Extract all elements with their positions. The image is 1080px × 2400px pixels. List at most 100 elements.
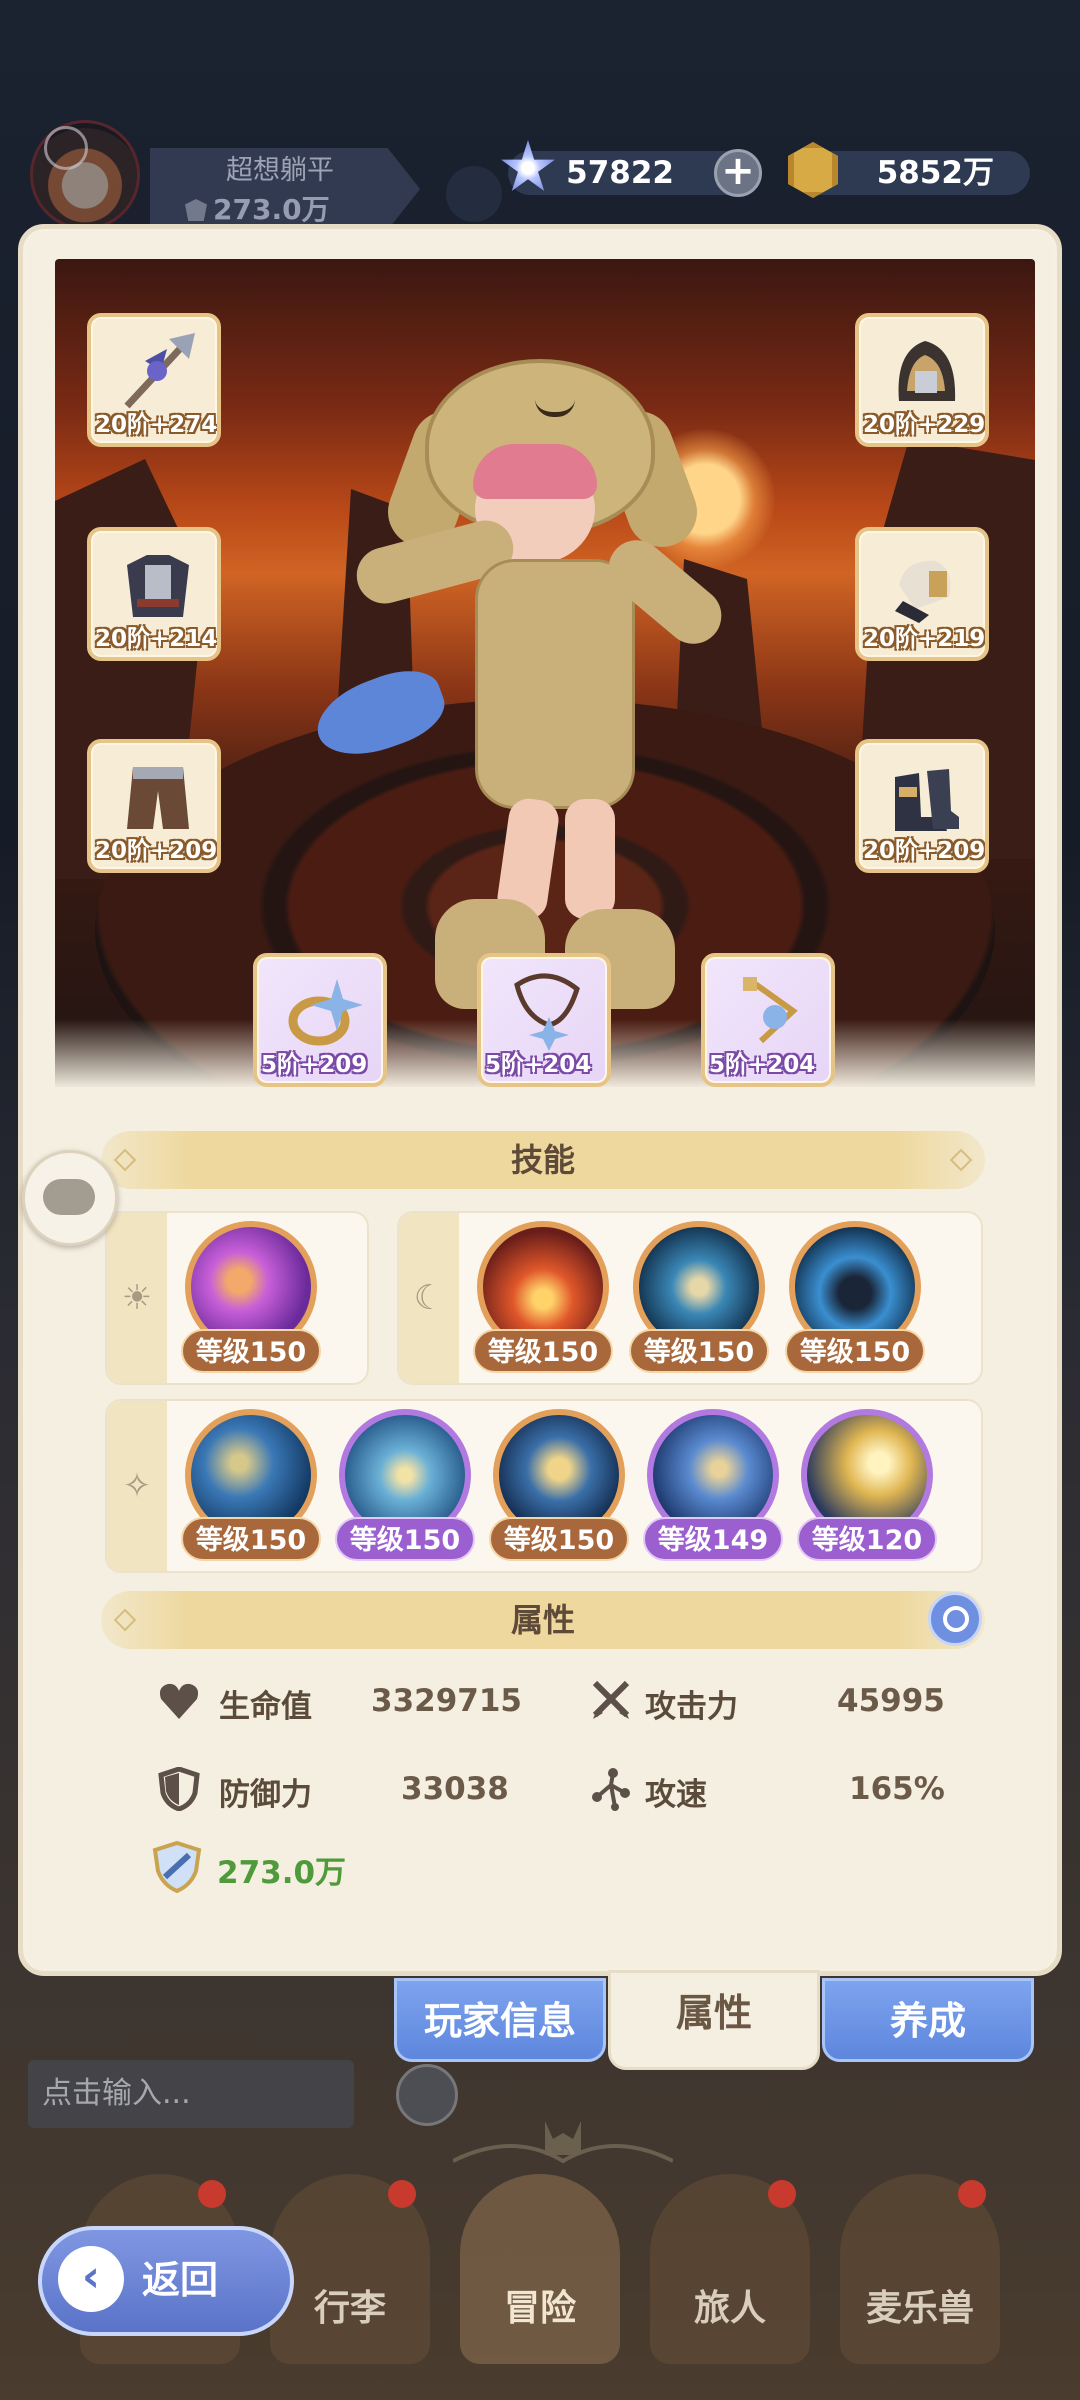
equip-slot-helmet[interactable]: 20阶+229	[855, 313, 989, 447]
search-icon[interactable]	[928, 1592, 982, 1646]
nav-pets[interactable]: 麦乐兽	[840, 2174, 1000, 2364]
ring-icon	[288, 979, 363, 1046]
top-bar: 超想躺平 273.0万 57822 + 5852万	[0, 110, 1080, 230]
equip-level: 20阶+209	[95, 838, 218, 864]
attack-value: 45995	[837, 1683, 945, 1719]
coin-count: 5852万	[876, 155, 994, 191]
player-power-value: 273.0万	[213, 193, 330, 226]
nav-label: 麦乐兽	[865, 2288, 974, 2329]
skill-group-sun: ☀ 等级150	[105, 1211, 369, 1385]
equip-slot-boots[interactable]: 20阶+209	[855, 739, 989, 873]
character-body[interactable]	[475, 559, 635, 809]
accessory-level: 5阶+204	[709, 1052, 816, 1078]
crossed-swords-icon	[592, 1680, 630, 1719]
hp-value: 3329715	[371, 1683, 522, 1719]
tab-player-info[interactable]: 玩家信息	[394, 1978, 606, 2062]
accessory-level: 5阶+209	[261, 1052, 368, 1078]
total-power: 273.0万	[217, 1855, 347, 1891]
accessory-slot-necklace[interactable]: 5阶+204	[477, 953, 611, 1087]
skill-level: 等级150	[181, 1329, 321, 1373]
cat-emblem-ornament	[453, 2121, 673, 2164]
skill-icon[interactable]: 等级120	[797, 1409, 937, 1561]
gloves-icon	[895, 560, 951, 623]
back-arrow-icon: ‹	[58, 2246, 124, 2312]
skill-level: 等级150	[181, 1517, 321, 1561]
pendant-icon	[743, 977, 798, 1044]
necklace-icon	[514, 973, 580, 1051]
accessory-level: 5阶+204	[485, 1052, 592, 1078]
player-power: 273.0万	[185, 188, 385, 228]
attack-label: 攻击力	[645, 1689, 738, 1725]
character-leg	[565, 799, 615, 919]
skill-icon[interactable]: 等级150	[785, 1221, 925, 1373]
attributes-title: 属性	[510, 1601, 575, 1639]
emoji-icon[interactable]	[396, 2064, 458, 2126]
shield-icon	[185, 199, 207, 221]
skill-group-star: ✧ 等级150 等级150 等级150 等级149 等级120	[105, 1399, 983, 1573]
skill-icon[interactable]: 等级150	[181, 1221, 321, 1373]
skill-level: 等级150	[335, 1517, 475, 1561]
defense-label: 防御力	[219, 1777, 312, 1813]
power-shield-icon	[152, 1841, 202, 1893]
chat-input[interactable]: 点击输入...	[28, 2060, 354, 2128]
notification-dot	[958, 2180, 986, 2208]
tab-attributes[interactable]: 属性	[608, 1970, 820, 2070]
speed-value: 165%	[849, 1771, 945, 1807]
skills-header: 技能	[101, 1131, 985, 1189]
skill-icon[interactable]: 等级150	[489, 1409, 629, 1561]
player-name: 超想躺平	[226, 155, 334, 186]
equip-level: 20阶+209	[863, 838, 986, 864]
nav-label: 行李	[313, 2288, 386, 2329]
boots-icon	[895, 769, 959, 831]
sun-icon: ☀	[121, 1278, 153, 1318]
skill-group-moon: ☾ 等级150 等级150 等级150	[397, 1211, 983, 1385]
equip-slot-armor[interactable]: 20阶+214	[87, 527, 221, 661]
nav-adventure[interactable]: 冒险	[460, 2174, 620, 2364]
shield-icon	[158, 1767, 200, 1811]
nav-luggage[interactable]: 行李	[270, 2174, 430, 2364]
equip-level: 20阶+214	[95, 626, 218, 652]
nav-travelers[interactable]: 旅人	[650, 2174, 810, 2364]
hp-label: 生命值	[219, 1689, 312, 1725]
spear-icon	[124, 333, 195, 409]
pants-icon	[127, 767, 189, 829]
equip-level: 20阶+229	[863, 412, 986, 438]
armor-icon	[127, 555, 189, 617]
skill-group-tag: ✧	[107, 1401, 167, 1571]
equip-level: 20阶+219	[863, 626, 986, 652]
star-count: 57822	[566, 155, 674, 191]
skill-level: 等级150	[629, 1329, 769, 1373]
skill-level: 等级150	[473, 1329, 613, 1373]
character-panel: 20阶+274 20阶+229 20阶+214 20阶+219 20阶+209 …	[18, 224, 1062, 2164]
equip-slot-gloves[interactable]: 20阶+219	[855, 527, 989, 661]
skill-level: 等级150	[785, 1329, 925, 1373]
chat-bubble-shape	[43, 1179, 95, 1215]
accessory-slot-ring[interactable]: 5阶+209	[253, 953, 387, 1087]
skill-icon[interactable]: 等级149	[643, 1409, 783, 1561]
skill-group-tag: ☾	[399, 1213, 459, 1383]
nav-label: 旅人	[693, 2288, 766, 2329]
attributes-header: 属性	[101, 1591, 985, 1649]
add-stars-button[interactable]: +	[714, 149, 762, 197]
accessory-slot-pendant[interactable]: 5阶+204	[701, 953, 835, 1087]
skill-icon[interactable]: 等级150	[473, 1221, 613, 1373]
tab-development[interactable]: 养成	[822, 1978, 1034, 2062]
helmet-icon	[898, 341, 956, 401]
settings-gear-icon[interactable]	[44, 126, 88, 170]
nav-label: 冒险	[503, 2288, 576, 2329]
notification-dot	[388, 2180, 416, 2208]
speed-label: 攻速	[645, 1777, 707, 1813]
skill-group-tag: ☀	[107, 1213, 167, 1383]
paw-icon[interactable]	[446, 166, 502, 222]
skill-level: 等级150	[489, 1517, 629, 1561]
character-hair	[473, 444, 597, 499]
skill-icon[interactable]: 等级150	[629, 1221, 769, 1373]
notification-dot	[768, 2180, 796, 2208]
skill-icon[interactable]: 等级150	[335, 1409, 475, 1561]
chat-bubble-icon[interactable]	[22, 1150, 118, 1246]
skill-level: 等级149	[643, 1517, 783, 1561]
equip-slot-pants[interactable]: 20阶+209	[87, 739, 221, 873]
equip-level: 20阶+274	[95, 412, 218, 438]
skill-icon[interactable]: 等级150	[181, 1409, 321, 1561]
equip-slot-weapon[interactable]: 20阶+274	[87, 313, 221, 447]
